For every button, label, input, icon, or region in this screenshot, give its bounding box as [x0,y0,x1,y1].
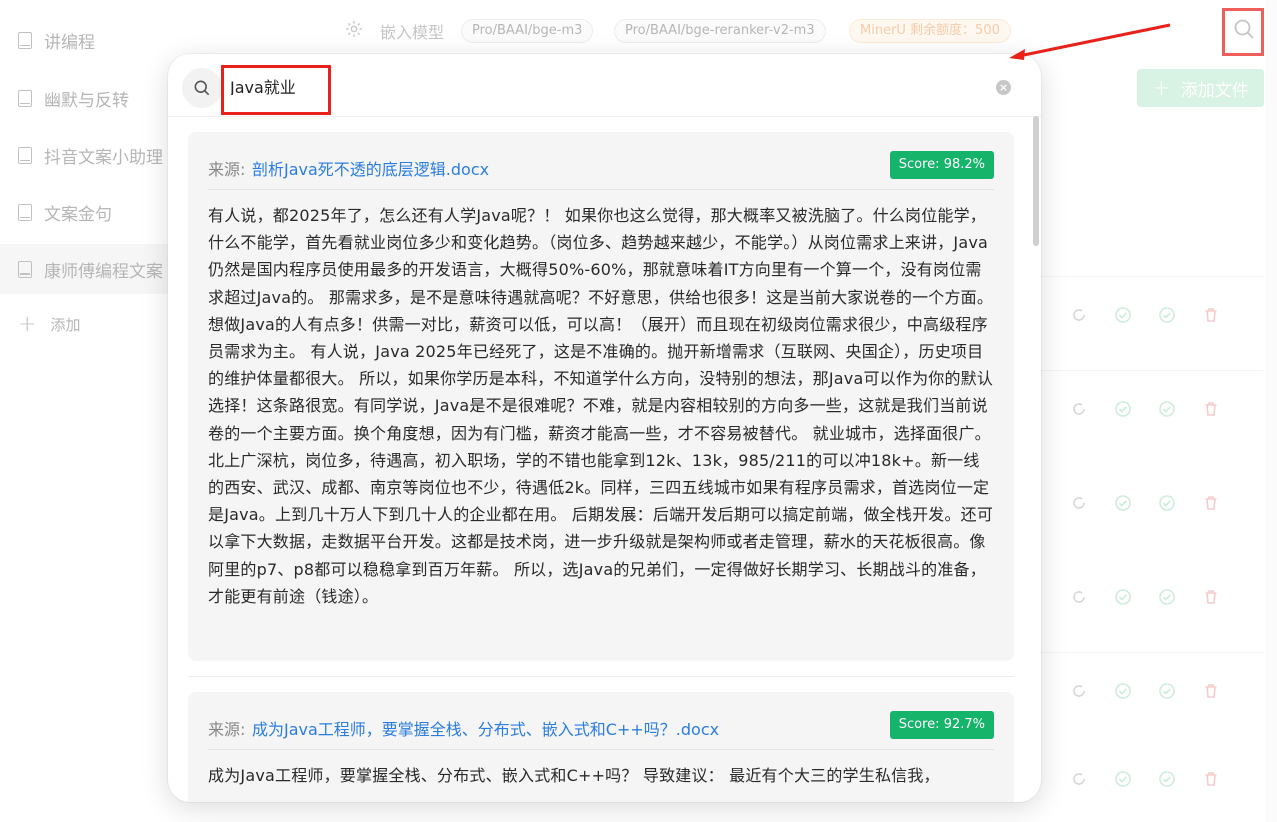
annotation-highlight-query [221,65,331,115]
result-card-header: 来源: 剖析Java死不透的底层逻辑.docx Score: 98.2% [208,132,994,190]
results-scrollbar[interactable] [1033,116,1039,246]
source-file-link[interactable]: 剖析Java死不透的底层逻辑.docx [252,156,489,180]
score-badge: Score: 98.2% [889,151,994,179]
result-card-header: 来源: 成为Java工程师，要掌握全栈、分布式、嵌入式和C++吗？.docx S… [208,692,994,750]
score-badge: Score: 92.7% [889,711,994,739]
result-text: 有人说，都2025年了，怎么还有人学Java呢？！ 如果你也这么觉得，那大概率又… [208,206,994,606]
result-card: 来源: 成为Java工程师，要掌握全栈、分布式、嵌入式和C++吗？.docx S… [188,692,1014,802]
search-modal: × 来源: 剖析Java死不透的底层逻辑.docx Score: 98.2% 有… [168,54,1041,802]
annotation-arrow-icon [1009,23,1171,60]
clear-search-icon[interactable]: × [996,80,1011,95]
result-text: 成为Java工程师，要掌握全栈、分布式、嵌入式和C++吗？ 导致建议： 最近有个… [208,766,940,785]
source-file-link[interactable]: 成为Java工程师，要掌握全栈、分布式、嵌入式和C++吗？.docx [252,716,719,740]
search-icon [182,68,222,108]
results-divider [188,676,1014,677]
source-label: 来源: [208,720,246,739]
source-label: 来源: [208,160,246,179]
result-card: 来源: 剖析Java死不透的底层逻辑.docx Score: 98.2% 有人说… [188,132,1014,661]
modal-divider [168,116,1041,117]
